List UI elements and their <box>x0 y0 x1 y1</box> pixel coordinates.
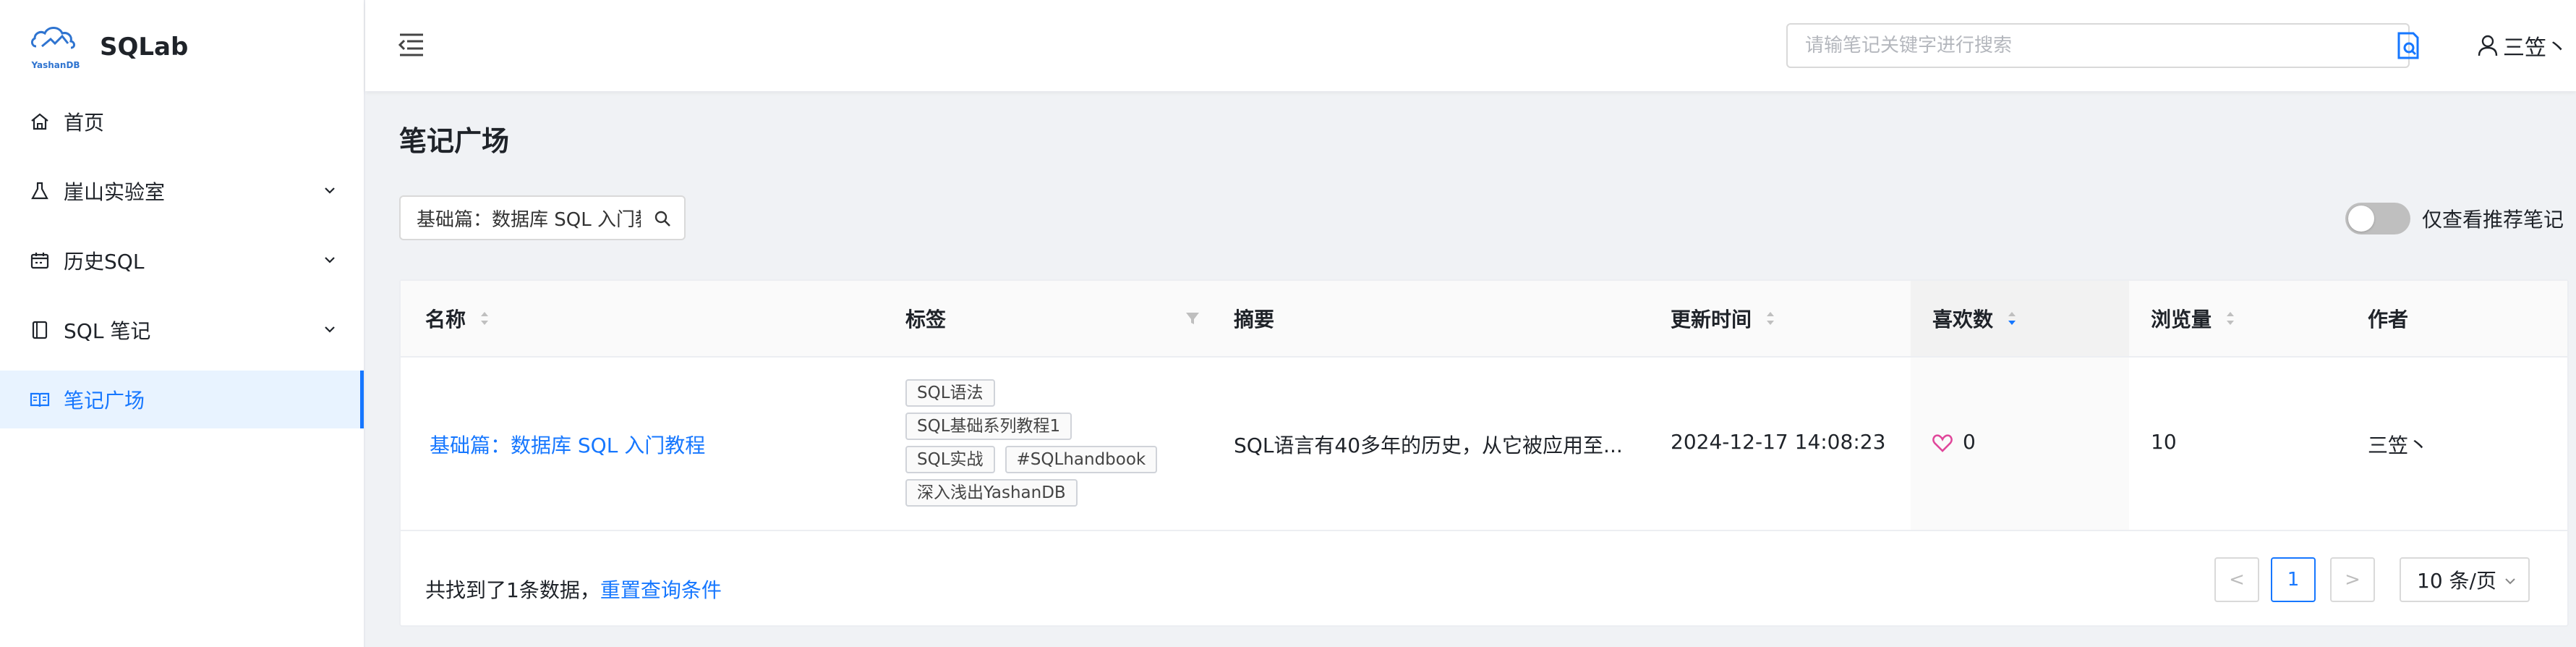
sidebar-item-label: 历史SQL <box>64 250 145 274</box>
sidebar-item-history-sql[interactable]: 历史SQL <box>0 232 364 289</box>
toggle-knob <box>2348 206 2374 232</box>
user-name: 三笠丶 <box>2503 35 2568 61</box>
chevron-down-icon[interactable] <box>322 182 338 198</box>
current-page: 1 <box>2287 569 2300 591</box>
reset-filters-link[interactable]: 重置查询条件 <box>600 578 722 602</box>
logo-text: YashanDB <box>30 60 80 70</box>
top-header: 三笠丶 <box>365 0 2576 91</box>
likes-count: 0 <box>1963 430 1976 454</box>
app-root: YashanDB SQLab 首页 崖山实验室 历史SQL SQL 笔记 笔记广… <box>0 0 2576 647</box>
table-header: 名称 标签 摘要 更新时间 喜欢数 浏览量 作者 <box>401 281 2567 358</box>
column-title: 标签 <box>905 308 947 331</box>
filter-funnel-icon[interactable] <box>1185 310 1200 326</box>
recommended-toggle-group: 仅查看推荐笔记 <box>2345 201 2564 236</box>
tag-badge[interactable]: 深入浅出YashanDB <box>905 479 1078 507</box>
tag-badge[interactable]: SQL语法 <box>905 379 995 407</box>
tag-badge[interactable]: SQL基础系列教程1 <box>905 413 1072 440</box>
column-title: 名称 <box>425 308 466 331</box>
sidebar-item-note-square[interactable]: 笔记广场 <box>0 371 364 428</box>
yashandb-logo-icon: YashanDB <box>30 27 80 70</box>
tag-badge[interactable]: SQL实战 <box>905 446 995 473</box>
note-author: 三笠丶 <box>2368 434 2429 457</box>
toggle-label: 仅查看推荐笔记 <box>2422 208 2564 232</box>
note-search-icon[interactable] <box>2394 30 2422 61</box>
notebook-icon <box>32 321 48 339</box>
result-summary: 共找到了1条数据，重置查询条件 <box>425 575 722 604</box>
column-header-author: 作者 <box>2368 281 2408 356</box>
chevron-down-icon <box>2505 578 2515 585</box>
note-updated-time: 2024-12-17 14:08:23 <box>1671 430 1886 454</box>
page-size-value: 10 条/页 <box>2417 569 2496 593</box>
column-title: 喜欢数 <box>1932 308 1994 331</box>
chevron-down-icon[interactable] <box>322 252 338 268</box>
recommended-only-toggle[interactable] <box>2345 203 2410 234</box>
chevron-right-icon: > <box>2345 569 2360 591</box>
result-count-text: 共找到了1条数据， <box>425 578 600 602</box>
sort-icon[interactable] <box>1765 310 1776 327</box>
note-views: 10 <box>2151 430 2177 454</box>
next-page-button[interactable]: > <box>2330 557 2375 602</box>
book-open-icon <box>30 392 50 407</box>
sidebar-item-label: 首页 <box>64 111 105 135</box>
page-size-select[interactable]: 10 条/页 <box>2400 557 2530 602</box>
column-title: 作者 <box>2368 308 2409 331</box>
note-likes: 0 <box>1932 430 1976 454</box>
chevron-left-icon: < <box>2229 569 2245 591</box>
column-title: 更新时间 <box>1671 308 1752 331</box>
column-header-views[interactable]: 浏览量 <box>2151 281 2236 356</box>
filter-value: 基础篇：数据库 SQL 入门教程 <box>417 208 641 231</box>
note-filter-input[interactable]: 基础篇：数据库 SQL 入门教程 <box>399 195 686 240</box>
sidebar: YashanDB SQLab 首页 崖山实验室 历史SQL SQL 笔记 笔记广… <box>0 0 365 647</box>
tag-badge[interactable]: #SQLhandbook <box>1005 446 1158 473</box>
sidebar-item-label: SQL 笔记 <box>64 319 151 343</box>
brand[interactable]: YashanDB SQLab <box>26 22 188 72</box>
sort-desc-icon[interactable] <box>2006 310 2018 327</box>
page-title: 笔记广场 <box>399 125 510 157</box>
sort-icon[interactable] <box>2225 310 2236 327</box>
column-title: 摘要 <box>1234 308 1275 331</box>
heart-icon[interactable] <box>1932 434 1953 452</box>
column-header-updated[interactable]: 更新时间 <box>1671 281 1776 356</box>
flask-icon <box>31 182 48 200</box>
column-title: 浏览量 <box>2151 308 2212 331</box>
page-number-button[interactable]: 1 <box>2271 557 2316 602</box>
search-icon[interactable] <box>654 210 671 227</box>
sidebar-item-lab[interactable]: 崖山实验室 <box>0 162 364 220</box>
home-icon <box>31 113 48 130</box>
menu-collapse-icon[interactable] <box>397 32 426 58</box>
sort-icon[interactable] <box>479 310 490 327</box>
sidebar-item-sql-notes[interactable]: SQL 笔记 <box>0 301 364 359</box>
notes-table: 名称 标签 摘要 更新时间 喜欢数 浏览量 作者 基础篇：数据库 SQL 入门教… <box>399 279 2569 627</box>
column-header-name[interactable]: 名称 <box>425 281 490 356</box>
user-icon <box>2478 35 2498 56</box>
sidebar-item-label: 崖山实验室 <box>64 180 166 204</box>
brand-name: SQLab <box>100 33 189 62</box>
column-header-summary: 摘要 <box>1234 281 1274 356</box>
note-name-link[interactable]: 基础篇：数据库 SQL 入门教程 <box>430 430 705 459</box>
sidebar-item-label: 笔记广场 <box>64 389 145 413</box>
note-search-input[interactable] <box>1786 23 2410 68</box>
column-header-likes[interactable]: 喜欢数 <box>1911 281 2129 356</box>
sidebar-nav: 首页 崖山实验室 历史SQL SQL 笔记 笔记广场 <box>0 93 364 440</box>
note-tags: SQL语法 SQL基础系列教程1 SQL实战 #SQLhandbook 深入浅出Y… <box>905 379 1224 512</box>
calendar-icon <box>30 253 49 269</box>
note-summary: SQL语言有40多年的历史，从它被应用至... <box>1234 434 1623 457</box>
chevron-down-icon[interactable] <box>322 321 338 337</box>
table-row[interactable]: 基础篇：数据库 SQL 入门教程 SQL语法 SQL基础系列教程1 SQL实战 #… <box>401 358 2567 531</box>
prev-page-button[interactable]: < <box>2214 557 2259 602</box>
column-header-tags[interactable]: 标签 <box>905 281 1209 356</box>
user-menu[interactable]: 三笠丶 <box>2477 29 2568 62</box>
sidebar-item-home[interactable]: 首页 <box>0 93 364 151</box>
